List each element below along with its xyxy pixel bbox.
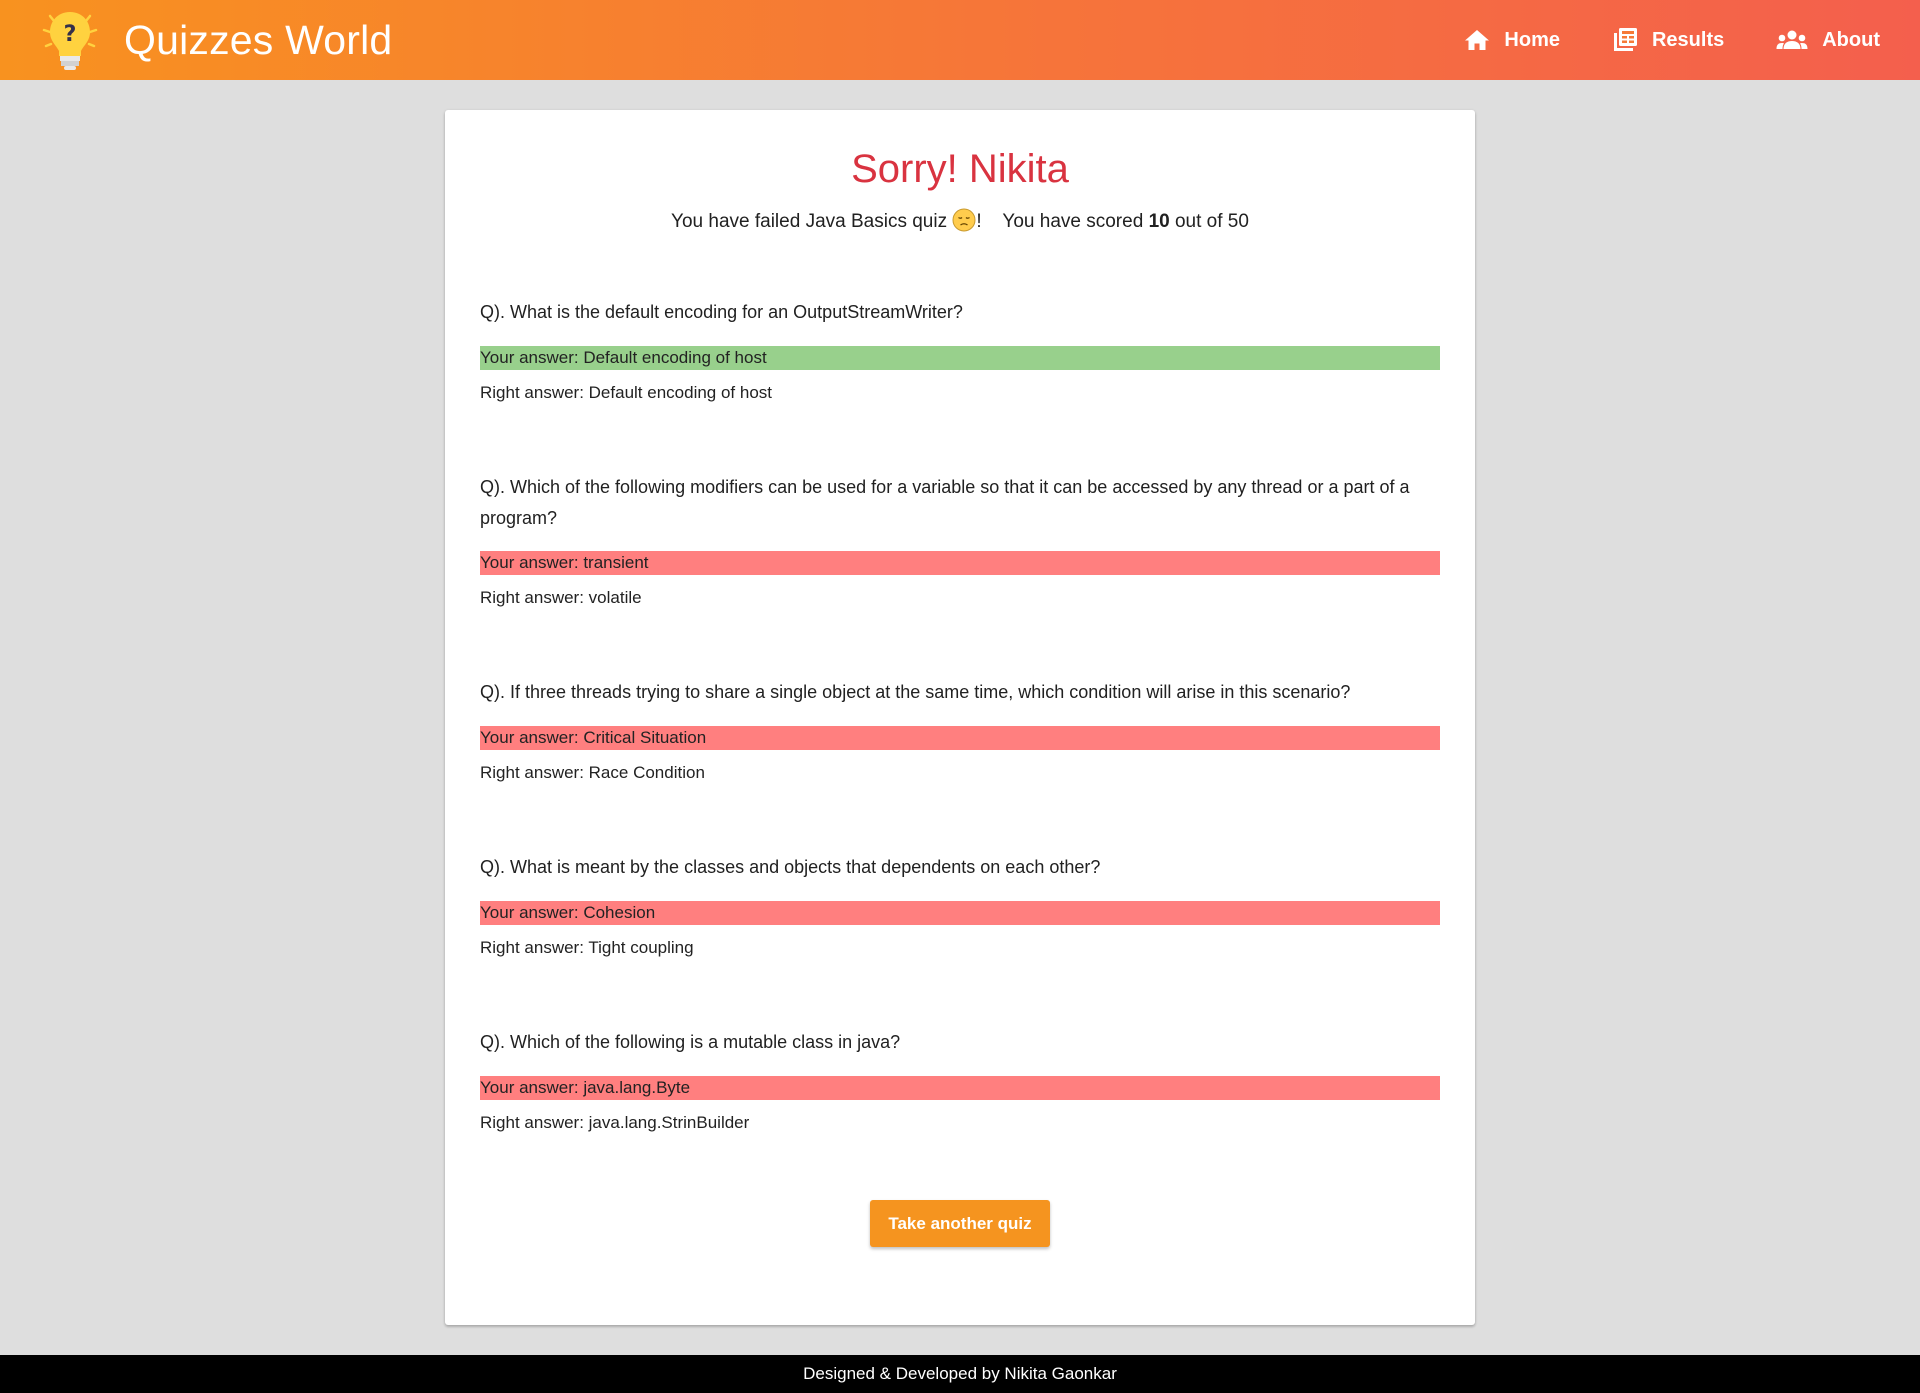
main-nav: Home Results About <box>1412 0 1880 80</box>
question-block: Q). Which of the following modifiers can… <box>480 472 1440 607</box>
sad-face-icon <box>952 208 976 232</box>
svg-text:?: ? <box>64 22 77 47</box>
footer-credit: Designed & Developed by Nikita Gaonkar <box>803 1364 1117 1383</box>
right-answer: Right answer: java.lang.StrinBuilder <box>480 1113 750 1132</box>
question-text: Q). If three threads trying to share a s… <box>480 682 1351 702</box>
your-answer: Your answer: Cohesion <box>480 901 1440 925</box>
result-summary: You have failed Java Basics quiz ! You h… <box>445 208 1475 233</box>
right-answer: Right answer: Tight coupling <box>480 938 694 957</box>
right-answer: Right answer: Default encoding of host <box>480 383 773 402</box>
question-block: Q). Which of the following is a mutable … <box>480 1027 1440 1132</box>
your-answer: Your answer: Critical Situation <box>480 726 1440 750</box>
question-text: Q). Which of the following is a mutable … <box>480 1032 901 1052</box>
nav-about[interactable]: About <box>1776 29 1880 52</box>
take-another-quiz-button[interactable]: Take another quiz <box>870 1200 1050 1247</box>
nav-results-label: Results <box>1651 28 1725 51</box>
score-value: 10 <box>1148 211 1170 232</box>
your-answer: Your answer: transient <box>480 551 1440 575</box>
your-answer: Your answer: Default encoding of host <box>480 346 1440 370</box>
question-text: Q). What is the default encoding for an … <box>480 302 963 322</box>
nav-home-label: Home <box>1504 28 1560 51</box>
nav-about-label: About <box>1822 28 1880 51</box>
score-suffix: out of 50 <box>1174 211 1249 232</box>
question-block: Q). What is meant by the classes and obj… <box>480 852 1440 957</box>
brand[interactable]: ? Quizzes World <box>38 8 392 72</box>
question-text: Q). Which of the following modifiers can… <box>480 477 1410 528</box>
result-title: Sorry! Nikita <box>851 147 1069 191</box>
newspaper-icon <box>1613 28 1637 51</box>
question-block: Q). What is the default encoding for an … <box>480 297 1440 402</box>
nav-results[interactable]: Results <box>1612 27 1724 53</box>
home-icon <box>1465 30 1490 50</box>
score-prefix: You have scored <box>1002 211 1144 232</box>
nav-home[interactable]: Home <box>1464 28 1560 52</box>
group-icon <box>1776 30 1808 49</box>
top-navbar: ? Quizzes World Home Results About <box>0 0 1920 80</box>
right-answer: Right answer: volatile <box>480 588 642 607</box>
question-block: Q). If three threads trying to share a s… <box>480 677 1440 782</box>
question-text: Q). What is meant by the classes and obj… <box>480 857 1101 877</box>
footer: Designed & Developed by Nikita Gaonkar <box>0 1355 1920 1393</box>
exclamation: ! <box>976 211 982 232</box>
result-card: Sorry! Nikita You have failed Java Basic… <box>445 110 1475 1325</box>
fail-message: You have failed Java Basics quiz <box>671 211 948 232</box>
your-answer: Your answer: java.lang.Byte <box>480 1076 1440 1100</box>
brand-title: Quizzes World <box>124 16 393 63</box>
lightbulb-question-icon: ? <box>38 8 102 72</box>
right-answer: Right answer: Race Condition <box>480 763 705 782</box>
